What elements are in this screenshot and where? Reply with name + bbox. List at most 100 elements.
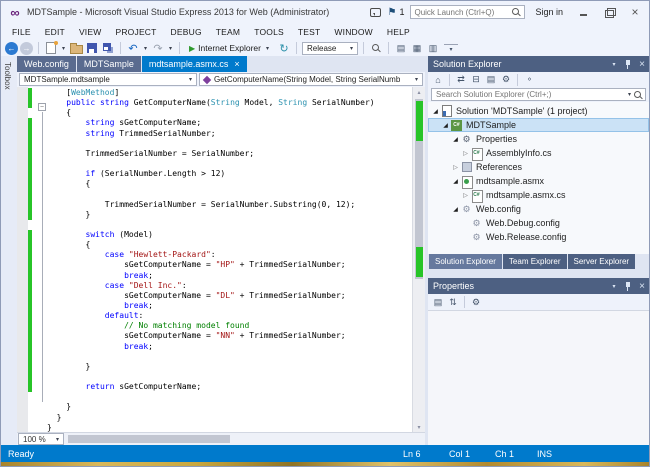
tool-window-tab-server-explorer[interactable]: Server Explorer	[568, 254, 636, 269]
code-line[interactable]: {	[47, 240, 412, 250]
close-icon[interactable]	[635, 280, 649, 293]
pin-icon[interactable]	[621, 280, 635, 293]
code-line[interactable]: string TrimmedSerialNumber;	[47, 129, 412, 139]
close-icon[interactable]	[635, 58, 649, 71]
outline-collapse-icon[interactable]	[38, 103, 46, 111]
sync-with-active-document-icon[interactable]	[454, 73, 468, 86]
code-line[interactable]: break;	[47, 301, 412, 311]
start-debug-button[interactable]: Internet Explorer	[185, 41, 275, 56]
close-button[interactable]	[625, 5, 645, 20]
vertical-scrollbar[interactable]	[412, 87, 425, 432]
status-column[interactable]: Col 1	[449, 449, 495, 459]
code-line[interactable]: return sGetComputerName;	[47, 382, 412, 392]
tree-item-web-config[interactable]: Web.config	[428, 202, 649, 216]
tab-close-icon[interactable]	[234, 60, 239, 69]
menu-item-tools[interactable]: TOOLS	[247, 25, 291, 39]
types-dropdown[interactable]: MDTSample.mdtsample	[19, 73, 197, 86]
code-line[interactable]: {	[47, 179, 412, 189]
tree-item-mdtsample-asmx[interactable]: mdtsample.asmx	[428, 174, 649, 188]
tool-window-tab-solution-explorer[interactable]: Solution Explorer	[429, 254, 502, 269]
code-line[interactable]: case "Dell Inc.":	[47, 281, 412, 291]
code-line[interactable]: break;	[47, 342, 412, 352]
toolbox-tab[interactable]: Toolbox	[1, 56, 14, 96]
tree-item-references[interactable]: References	[428, 160, 649, 174]
solution-explorer-window-icon[interactable]	[394, 41, 408, 55]
status-line[interactable]: Ln 6	[403, 449, 449, 459]
search-box[interactable]	[431, 88, 646, 101]
code-line[interactable]: case "Hewlett-Packard":	[47, 250, 412, 260]
redo-dropdown-icon[interactable]	[167, 45, 174, 52]
code-line[interactable]: {	[47, 108, 412, 118]
scroll-up-icon[interactable]	[413, 87, 425, 97]
code-line[interactable]	[47, 159, 412, 169]
notifications-flag-icon[interactable]	[387, 7, 396, 18]
document-tab-web-config[interactable]: Web.config	[17, 56, 76, 72]
scroll-down-icon[interactable]	[413, 422, 425, 432]
code-line[interactable]	[47, 220, 412, 230]
horizontal-scrollbar-thumb[interactable]	[68, 435, 230, 443]
show-all-files-icon[interactable]	[484, 73, 498, 86]
code-line[interactable]: [WebMethod]	[47, 88, 412, 98]
view-code-icon[interactable]	[522, 73, 536, 86]
toolbar-overflow-icon[interactable]	[444, 44, 458, 53]
expander-icon[interactable]	[431, 108, 440, 115]
indicator-margin[interactable]	[17, 87, 28, 432]
document-tab-mdtsample-asmx-cs[interactable]: mdtsample.asmx.cs	[142, 56, 247, 72]
alphabetical-icon[interactable]	[446, 296, 460, 309]
menu-item-edit[interactable]: EDIT	[38, 25, 72, 39]
status-insert-mode[interactable]: INS	[537, 449, 571, 459]
code-line[interactable]: switch (Model)	[47, 230, 412, 240]
code-line[interactable]: sGetComputerName = "HP" + TrimmedSerialN…	[47, 260, 412, 270]
open-file-icon[interactable]	[69, 41, 83, 55]
restore-button[interactable]	[599, 5, 619, 20]
horizontal-scrollbar-track[interactable]	[64, 433, 425, 445]
redo-icon[interactable]	[151, 41, 165, 55]
quick-launch-box[interactable]	[410, 5, 525, 19]
undo-icon[interactable]	[126, 41, 140, 55]
undo-dropdown-icon[interactable]	[142, 45, 149, 52]
properties-window-icon[interactable]	[410, 41, 424, 55]
tree-item-web-release-config[interactable]: Web.Release.config	[428, 230, 649, 244]
code-line[interactable]	[47, 372, 412, 382]
horizontal-scrollbar[interactable]: 100 %	[17, 432, 425, 445]
code-line[interactable]: public string GetComputerName(String Mod…	[47, 98, 412, 108]
status-character[interactable]: Ch 1	[495, 449, 537, 459]
categorized-icon[interactable]	[431, 296, 445, 309]
code-line[interactable]: string sGetComputerName;	[47, 118, 412, 128]
save-icon[interactable]	[85, 41, 99, 55]
tree-item-mdtsample[interactable]: MDTSample	[428, 118, 649, 132]
feedback-icon[interactable]	[370, 8, 381, 17]
code-line[interactable]: // No matching model found	[47, 321, 412, 331]
code-editor[interactable]: [WebMethod] public string GetComputerNam…	[17, 87, 425, 432]
new-file-dropdown-icon[interactable]	[60, 45, 67, 52]
tree-item-properties[interactable]: Properties	[428, 132, 649, 146]
save-all-icon[interactable]	[101, 41, 115, 55]
find-in-files-icon[interactable]	[369, 41, 383, 55]
properties-icon[interactable]	[499, 73, 513, 86]
window-position-icon[interactable]	[607, 280, 621, 293]
output-window-icon[interactable]	[426, 41, 440, 55]
code-line[interactable]: }	[47, 362, 412, 372]
expander-icon[interactable]	[451, 164, 460, 171]
refresh-browser-icon[interactable]	[277, 41, 291, 55]
code-line[interactable]	[47, 189, 412, 199]
code-line[interactable]: TrimmedSerialNumber = SerialNumber;	[47, 149, 412, 159]
expander-icon[interactable]	[451, 178, 460, 185]
expander-icon[interactable]	[451, 206, 460, 213]
property-pages-icon[interactable]	[469, 296, 483, 309]
quick-launch-input[interactable]	[414, 8, 511, 17]
code-line[interactable]	[47, 139, 412, 149]
expander-icon[interactable]	[461, 192, 470, 199]
navigate-forward-icon[interactable]	[20, 42, 33, 55]
tree-item-mdtsample-asmx-cs[interactable]: mdtsample.asmx.cs	[428, 188, 649, 202]
home-icon[interactable]	[431, 73, 445, 86]
navigate-back-icon[interactable]	[5, 42, 18, 55]
zoom-dropdown[interactable]: 100 %	[18, 433, 64, 445]
code-line[interactable]: TrimmedSerialNumber = SerialNumber.Subst…	[47, 200, 412, 210]
expander-icon[interactable]	[441, 122, 450, 129]
minimize-button[interactable]	[573, 5, 593, 20]
document-tab-mdtsample[interactable]: MDTSample	[77, 56, 141, 72]
menu-item-file[interactable]: FILE	[5, 25, 38, 39]
code-lines[interactable]: [WebMethod] public string GetComputerNam…	[47, 88, 412, 432]
code-line[interactable]: sGetComputerName = "DL" + TrimmedSerialN…	[47, 291, 412, 301]
